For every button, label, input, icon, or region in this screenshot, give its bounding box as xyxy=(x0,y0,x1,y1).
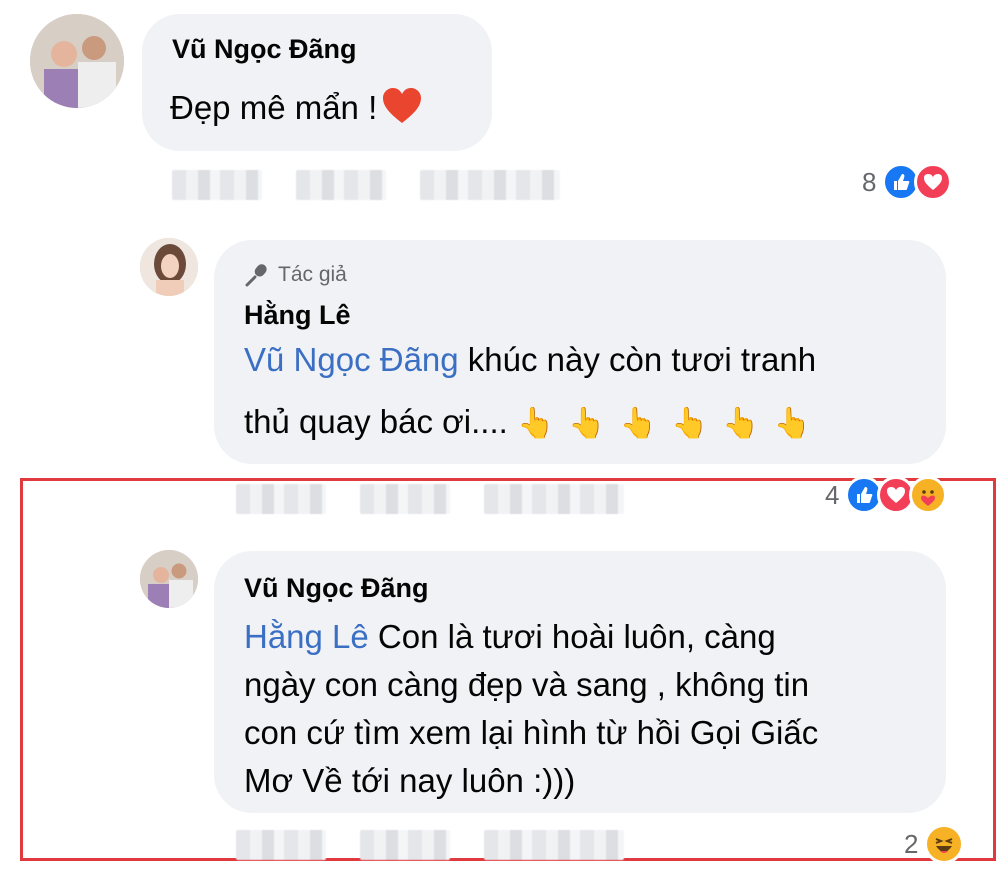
mention-link[interactable]: Vũ Ngọc Đãng xyxy=(244,341,459,378)
avatar-photo-icon xyxy=(140,238,198,296)
comment-bubble: Vũ Ngọc Đãng Đẹp mê mẩn ! xyxy=(142,14,492,151)
comment-text: Vũ Ngọc Đãng khúc này còn tươi tranh thủ… xyxy=(244,341,826,440)
comment-actions-blurred[interactable] xyxy=(484,830,624,860)
avatar[interactable] xyxy=(140,238,198,296)
avatar-photo-icon xyxy=(30,14,124,108)
comment-text: Hằng Lê Con là tươi hoài luôn, càng ngày… xyxy=(244,618,819,799)
author-badge: Tác giả xyxy=(244,262,347,288)
mention-link[interactable]: Hằng Lê xyxy=(244,618,369,655)
reaction-count: 4 xyxy=(825,479,840,510)
comment-actions-blurred[interactable] xyxy=(420,170,560,200)
care-icon xyxy=(909,476,948,514)
comment-actions-blurred[interactable] xyxy=(484,484,624,514)
haha-icon xyxy=(924,824,965,864)
reaction-count: 8 xyxy=(862,166,877,197)
reaction-summary[interactable]: 4 xyxy=(825,476,948,514)
comment-bubble: Tác giả Hằng Lê Vũ Ngọc Đãng khúc này cò… xyxy=(214,240,946,464)
comment-actions-blurred[interactable] xyxy=(360,830,450,860)
comment-author[interactable]: Hằng Lê xyxy=(244,300,351,331)
comment-text: Đẹp mê mẩn ! xyxy=(170,84,423,138)
comment-author[interactable]: Vũ Ngọc Đãng xyxy=(244,573,429,604)
heart-emoji-icon xyxy=(381,87,423,138)
avatar[interactable] xyxy=(140,550,198,608)
comment-actions-blurred[interactable] xyxy=(360,484,450,514)
reaction-summary[interactable]: 8 xyxy=(862,163,953,201)
comment-bubble: Vũ Ngọc Đãng Hằng Lê Con là tươi hoài lu… xyxy=(214,551,946,813)
comment-author[interactable]: Vũ Ngọc Đãng xyxy=(172,34,357,65)
comment-actions-blurred[interactable] xyxy=(236,830,326,860)
avatar-photo-icon xyxy=(140,550,198,608)
reaction-count: 2 xyxy=(904,828,919,859)
reaction-summary[interactable]: 2 xyxy=(904,824,965,864)
love-icon xyxy=(914,163,953,201)
pointing-up-emoji-icon: 👆👆👆👆👆👆 xyxy=(516,407,826,440)
comment-actions-blurred[interactable] xyxy=(172,170,262,200)
comment-actions-blurred[interactable] xyxy=(236,484,326,514)
microphone-icon xyxy=(245,264,267,287)
comment-actions-blurred[interactable] xyxy=(296,170,386,200)
avatar[interactable] xyxy=(30,14,124,108)
